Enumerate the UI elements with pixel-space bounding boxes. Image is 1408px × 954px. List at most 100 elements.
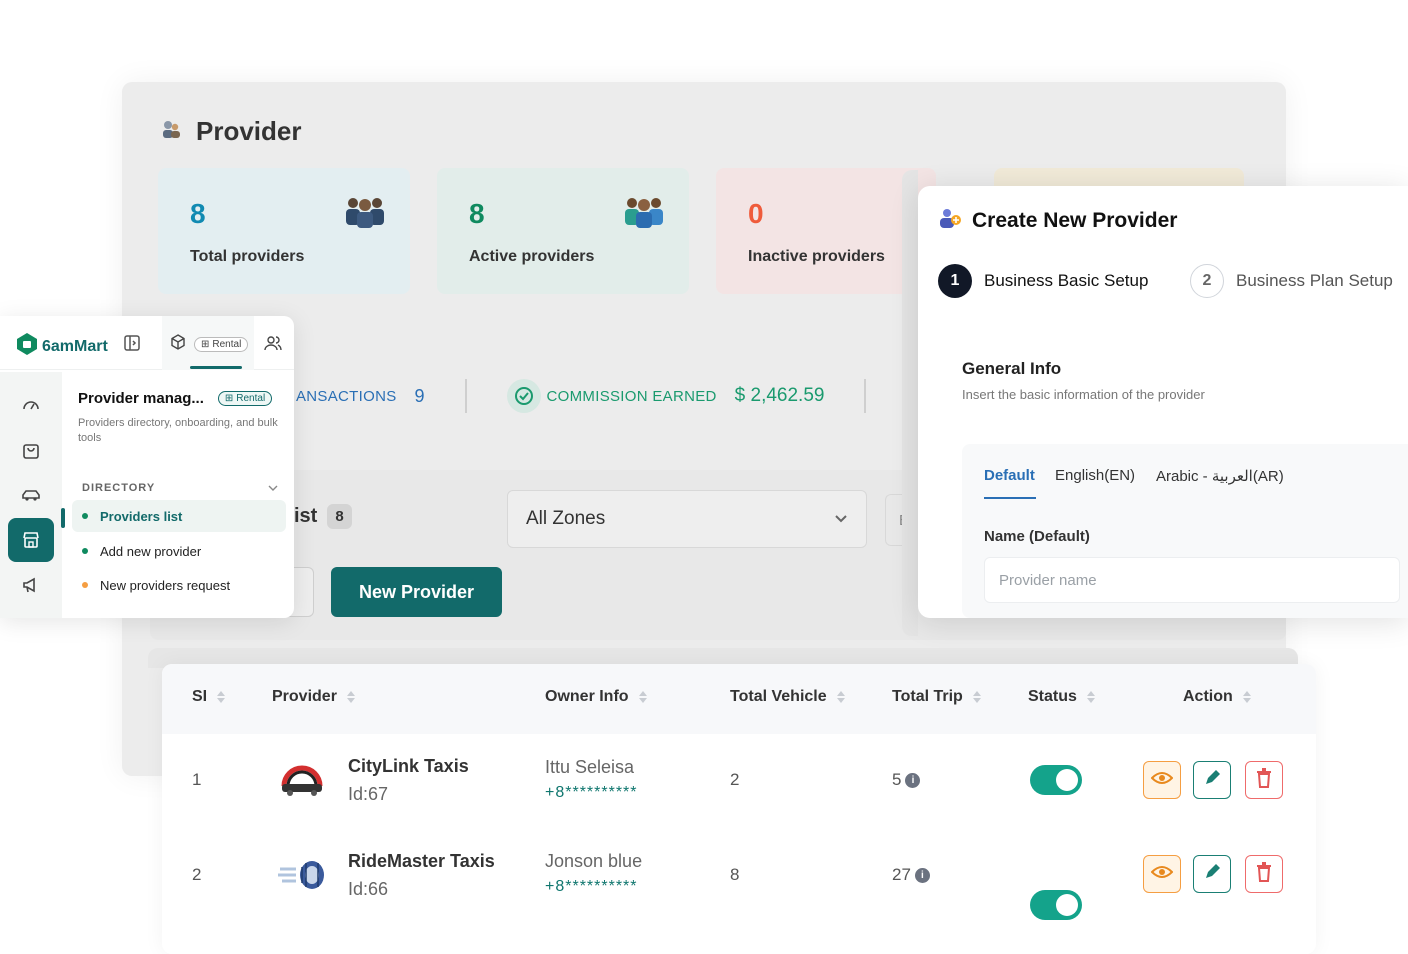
transactions-value: 9 (414, 385, 425, 406)
general-info-description: Insert the basic information of the prov… (962, 387, 1205, 402)
total-trip: 27 i (892, 865, 930, 885)
bullet-icon (82, 513, 88, 519)
modal-title-text: Create New Provider (972, 208, 1178, 232)
modal-backdrop-edge (902, 170, 918, 636)
owner-name: Ittu Seleisa (545, 757, 635, 777)
store-icon[interactable] (8, 518, 54, 562)
stat-label: Total providers (190, 248, 305, 265)
users-icon[interactable] (264, 334, 282, 357)
pencil-icon (1203, 863, 1221, 886)
section-description: Providers directory, onboarding, and bul… (78, 417, 278, 444)
add-user-icon (938, 206, 962, 235)
step-number: 2 (1190, 264, 1224, 298)
status-toggle[interactable] (1030, 765, 1082, 795)
column-header-label: Owner Info (545, 688, 629, 705)
column-header-action[interactable]: Action (1183, 688, 1251, 706)
bullet-icon (82, 582, 88, 588)
page-title: Provider (160, 116, 302, 147)
stat-label: Active providers (469, 248, 595, 265)
delete-button[interactable] (1245, 761, 1283, 799)
directory-group[interactable]: DIRECTORY (82, 479, 278, 497)
column-header-owner[interactable]: Owner Info (545, 688, 647, 706)
column-header-si[interactable]: SI (192, 688, 226, 706)
grid-icon: ⊞ (224, 393, 234, 404)
tab-english[interactable]: English(EN) (1055, 467, 1135, 484)
brand-logo[interactable]: 6amMart (16, 332, 108, 361)
stat-card-active: 8 Active providers (437, 168, 689, 294)
view-button[interactable] (1143, 761, 1181, 799)
step-1[interactable]: 1 Business Basic Setup (938, 264, 1148, 298)
module-switch[interactable]: ⊞ Rental (170, 334, 249, 355)
total-trip-value: 5 (892, 770, 902, 789)
bag-icon[interactable] (16, 435, 46, 465)
trash-icon (1256, 861, 1272, 887)
provider-name[interactable]: CityLink Taxis (348, 756, 469, 777)
info-icon[interactable]: i (914, 868, 930, 884)
total-trip: 5i (892, 770, 921, 790)
provider-logo (276, 756, 326, 805)
commission-label: COMMISSION EARNED (546, 387, 717, 405)
sidebar-item-label: Add new provider (100, 543, 202, 559)
sidebar-item-add-provider[interactable]: Add new provider (72, 535, 286, 567)
modal-title: Create New Provider (938, 206, 1177, 235)
provider-name-input[interactable] (984, 557, 1400, 603)
zone-select[interactable]: All Zones (507, 490, 867, 548)
column-header-label: Provider (272, 688, 337, 705)
module-pill-label: Rental (212, 339, 242, 350)
megaphone-icon[interactable] (16, 570, 46, 600)
sidebar-item-provider-requests[interactable]: New providers request (72, 569, 286, 601)
status-toggle[interactable] (1030, 890, 1082, 920)
chevron-down-icon (268, 479, 278, 497)
column-header-provider[interactable]: Provider (272, 688, 355, 706)
sidebar-collapse-icon[interactable] (124, 335, 140, 356)
sort-icon (638, 691, 647, 703)
tab-default[interactable]: Default (984, 467, 1035, 484)
stat-card-total: 8 Total providers (158, 168, 410, 294)
delete-button[interactable] (1245, 855, 1283, 893)
provider-id: Id:67 (348, 784, 389, 804)
new-provider-button[interactable]: New Provider (331, 567, 502, 617)
commission-value: $ 2,462.59 (734, 385, 825, 406)
stat-label: Inactive providers (748, 248, 885, 265)
view-button[interactable] (1143, 855, 1181, 893)
pencil-icon (1203, 769, 1221, 792)
metrics-row: ANSACTIONS 9 COMMISSION EARNED $ 2,462.5… (296, 376, 933, 416)
providers-icon (160, 118, 182, 145)
name-label: Name (Default) (984, 528, 1090, 545)
general-info-title: General Info (962, 359, 1062, 378)
provider-name[interactable]: RideMaster Taxis (348, 851, 495, 872)
tab-arabic[interactable]: Arabic - العربية(AR) (1156, 467, 1284, 485)
brand-icon (16, 332, 38, 361)
edit-button[interactable] (1193, 855, 1231, 893)
divider (864, 379, 867, 413)
step-2[interactable]: 2 Business Plan Setup (1190, 264, 1393, 298)
dashboard-icon[interactable] (16, 390, 46, 420)
stat-card-partial (994, 168, 1244, 188)
total-trip-value: 27 (892, 865, 911, 884)
sidebar-item-providers-list[interactable]: Providers list (72, 500, 286, 532)
car-icon[interactable] (16, 480, 46, 510)
sidebar-item-label: Providers list (100, 508, 183, 524)
module-tab-indicator (190, 366, 242, 369)
step-label: Business Basic Setup (984, 271, 1149, 290)
sort-icon (217, 691, 226, 703)
eye-icon (1150, 865, 1174, 884)
sort-icon (1242, 691, 1251, 703)
column-header-vehicle[interactable]: Total Vehicle (730, 688, 845, 706)
step-label: Business Plan Setup (1236, 271, 1393, 290)
sort-icon (1086, 691, 1095, 703)
section-title: Provider manag... (78, 390, 204, 407)
bullet-icon (82, 548, 88, 554)
row-si: 1 (192, 770, 202, 789)
info-icon[interactable]: i (905, 773, 921, 789)
total-vehicle: 2 (730, 770, 740, 789)
column-header-label: SI (192, 688, 208, 705)
check-circle-icon (506, 379, 541, 413)
column-header-status[interactable]: Status (1028, 688, 1095, 706)
column-header-trip[interactable]: Total Trip (892, 688, 981, 706)
edit-button[interactable] (1193, 761, 1231, 799)
owner-phone: +8********** (545, 878, 638, 895)
list-count-badge: 8 (327, 504, 352, 529)
directory-label: DIRECTORY (82, 482, 156, 494)
sort-icon (972, 691, 981, 703)
